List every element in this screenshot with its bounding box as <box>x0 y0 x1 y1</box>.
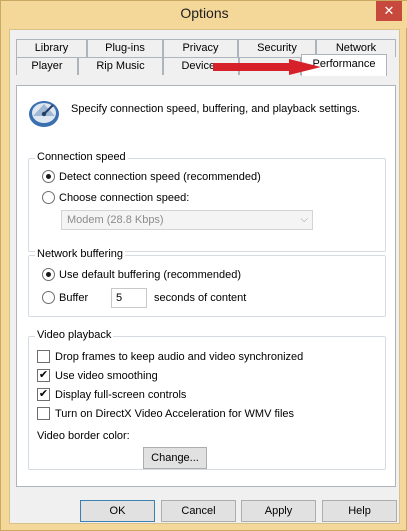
detect-speed-option[interactable]: Detect connection speed (recommended) <box>42 170 261 183</box>
intro-text: Specify connection speed, buffering, and… <box>71 103 361 115</box>
drop-frames-checkbox[interactable] <box>37 350 50 363</box>
drop-frames-label: Drop frames to keep audio and video sync… <box>55 350 304 363</box>
speed-dropdown[interactable]: Modem (28.8 Kbps) ⌵ <box>61 210 313 230</box>
directx-acceleration-option[interactable]: Turn on DirectX Video Acceleration for W… <box>37 407 294 420</box>
fullscreen-controls-label: Display full-screen controls <box>55 388 187 401</box>
performance-tab-arrow-icon <box>213 59 321 75</box>
window-title: Options <box>180 5 229 21</box>
network-buffering-group: Network buffering <box>28 248 386 317</box>
choose-speed-option[interactable]: Choose connection speed: <box>42 191 189 204</box>
performance-page: Specify connection speed, buffering, and… <box>16 85 396 487</box>
network-buffering-title: Network buffering <box>35 248 126 260</box>
custom-buffer-option[interactable]: Buffer <box>42 291 88 304</box>
buffer-seconds-input[interactable]: 5 <box>111 288 147 308</box>
dialog-client: Library Plug-ins Privacy Security Networ… <box>9 29 400 524</box>
title-bar[interactable]: Options ✕ <box>1 1 407 28</box>
fullscreen-controls-checkbox[interactable]: ✔ <box>37 388 50 401</box>
video-smoothing-checkbox[interactable]: ✔ <box>37 369 50 382</box>
detect-speed-radio[interactable] <box>42 170 55 183</box>
default-buffering-label: Use default buffering (recommended) <box>59 268 242 281</box>
video-smoothing-label: Use video smoothing <box>55 369 158 382</box>
directx-acceleration-checkbox[interactable] <box>37 407 50 420</box>
tab-library[interactable]: Library <box>16 39 87 57</box>
border-color-label: Video border color: <box>37 430 130 442</box>
performance-gauge-icon <box>29 101 59 127</box>
fullscreen-controls-option[interactable]: ✔ Display full-screen controls <box>37 388 186 401</box>
chevron-down-icon: ⌵ <box>300 214 308 225</box>
tab-rip-music[interactable]: Rip Music <box>78 57 163 75</box>
tab-privacy[interactable]: Privacy <box>163 39 238 57</box>
change-color-button[interactable]: Change... <box>143 447 207 469</box>
drop-frames-option[interactable]: Drop frames to keep audio and video sync… <box>37 350 303 363</box>
directx-acceleration-label: Turn on DirectX Video Acceleration for W… <box>55 407 295 420</box>
tab-player[interactable]: Player <box>16 57 78 75</box>
default-buffering-option[interactable]: Use default buffering (recommended) <box>42 268 241 281</box>
help-button[interactable]: Help <box>322 500 397 522</box>
apply-button[interactable]: Apply <box>241 500 316 522</box>
ok-button[interactable]: OK <box>80 500 155 522</box>
video-playback-title: Video playback <box>35 329 114 341</box>
choose-speed-radio[interactable] <box>42 191 55 204</box>
choose-speed-label: Choose connection speed: <box>59 191 190 204</box>
default-buffering-radio[interactable] <box>42 268 55 281</box>
speed-dropdown-value: Modem (28.8 Kbps) <box>67 214 164 226</box>
seconds-label-row: seconds of content <box>154 292 246 304</box>
custom-buffer-label: Buffer <box>59 291 89 304</box>
seconds-label: seconds of content <box>154 292 247 304</box>
cancel-button[interactable]: Cancel <box>161 500 236 522</box>
connection-speed-title: Connection speed <box>35 151 128 163</box>
detect-speed-label: Detect connection speed (recommended) <box>59 170 261 183</box>
border-color-label-row: Video border color: <box>37 430 130 442</box>
close-button[interactable]: ✕ <box>376 1 402 21</box>
custom-buffer-radio[interactable] <box>42 291 55 304</box>
tab-plug-ins[interactable]: Plug-ins <box>87 39 163 57</box>
options-dialog: Options ✕ Library Plug-ins Privacy Secur… <box>0 0 407 531</box>
video-smoothing-option[interactable]: ✔ Use video smoothing <box>37 369 158 382</box>
close-icon: ✕ <box>383 3 395 18</box>
